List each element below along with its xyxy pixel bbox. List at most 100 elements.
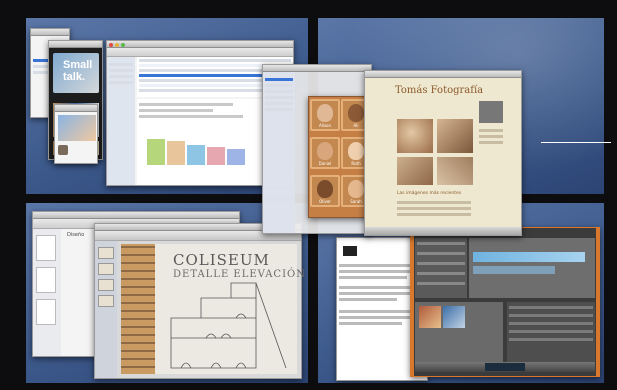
sidebar-header: Diseño — [67, 232, 85, 238]
text-line — [397, 201, 471, 204]
loop-row[interactable] — [509, 314, 593, 317]
title-bar[interactable] — [55, 105, 97, 112]
audio-region[interactable] — [473, 252, 585, 262]
contact-name: Alison — [318, 123, 332, 128]
title-bar[interactable] — [107, 41, 293, 48]
sidebar-item[interactable] — [109, 81, 133, 84]
album-art — [58, 115, 96, 141]
track-header[interactable] — [417, 242, 465, 245]
text-line — [339, 298, 397, 301]
avatar — [58, 145, 68, 155]
avatar — [317, 180, 333, 198]
photo-thumbnail[interactable] — [397, 119, 433, 153]
text-line — [479, 141, 503, 144]
zoom-icon[interactable] — [121, 42, 125, 47]
contact-name: Daniel — [318, 161, 332, 166]
track-header[interactable] — [417, 272, 465, 275]
mailbox-sidebar — [107, 57, 135, 185]
slide-thumbnail[interactable] — [98, 263, 114, 275]
text-line — [397, 207, 471, 210]
contact-card[interactable]: Alison — [310, 99, 340, 131]
timeline[interactable] — [469, 238, 595, 298]
document-logo — [343, 246, 357, 256]
title-bar[interactable] — [31, 29, 69, 36]
text-line — [397, 213, 471, 216]
chart-bar — [207, 147, 225, 165]
text-line — [479, 135, 503, 138]
page-title: Tomás Fotografía — [395, 85, 484, 96]
media-browser — [415, 302, 503, 362]
window-border-accent — [596, 228, 599, 376]
track-header[interactable] — [417, 252, 465, 255]
title-bar[interactable] — [49, 41, 102, 48]
avatar — [317, 104, 333, 122]
close-icon[interactable] — [109, 42, 113, 47]
contact-card[interactable]: Oliver — [310, 175, 340, 207]
lcd-display — [485, 363, 525, 371]
text-line — [339, 322, 402, 325]
loop-row[interactable] — [509, 330, 593, 333]
avatar — [348, 142, 364, 160]
sidebar-item[interactable] — [265, 84, 293, 87]
groups-sidebar — [263, 72, 295, 233]
text-line — [479, 129, 503, 132]
title-bar[interactable] — [365, 71, 521, 78]
sidebar-item[interactable] — [109, 69, 133, 72]
photo-thumbnail[interactable] — [397, 157, 433, 185]
coliseum-photo — [121, 244, 155, 374]
section-heading: Las imágenes más recientes — [397, 191, 462, 196]
page-thumbnail[interactable] — [36, 267, 56, 293]
track-header[interactable] — [417, 282, 465, 285]
chart-bar — [187, 145, 205, 165]
audio-region[interactable] — [473, 266, 555, 274]
table-row[interactable] — [139, 59, 291, 62]
slide-navigator — [95, 241, 117, 378]
sidebar-item[interactable] — [265, 96, 293, 99]
loop-row[interactable] — [509, 306, 593, 309]
slide-thumbnail[interactable] — [98, 279, 114, 291]
thumbnail-sidebar — [33, 229, 61, 356]
slide-title: COLISEUM — [173, 251, 270, 269]
garageband-window[interactable] — [410, 227, 600, 377]
keynote-window[interactable] — [94, 223, 302, 379]
slide-thumbnail[interactable] — [98, 295, 114, 307]
bottom-toolbar — [365, 227, 521, 235]
toolbar — [107, 48, 293, 57]
loop-row[interactable] — [509, 338, 593, 341]
slide-subtitle: DETALLE ELEVACIÓN — [173, 269, 306, 280]
sidebar-item[interactable] — [109, 75, 133, 78]
track-list — [415, 238, 467, 298]
photo-thumbnail[interactable] — [437, 157, 473, 185]
page-thumbnail[interactable] — [36, 299, 56, 325]
text-line — [339, 276, 407, 279]
text-line — [139, 115, 243, 118]
elevation-drawing — [170, 282, 287, 369]
contacts-grid[interactable]: Alison Ali Daniel Ruth Oliver Sarah — [308, 96, 372, 218]
sidebar-item[interactable] — [265, 90, 293, 93]
text-line — [139, 103, 233, 106]
title-bar[interactable] — [33, 212, 239, 219]
sidebar-photo — [479, 101, 503, 123]
media-window[interactable] — [54, 104, 98, 164]
contact-card[interactable]: Daniel — [310, 137, 340, 169]
photo-thumbnail[interactable] — [437, 119, 473, 153]
title-bar[interactable] — [263, 65, 371, 72]
chart-bar — [167, 141, 185, 165]
sidebar-item[interactable] — [265, 108, 293, 111]
photo-thumbnail[interactable] — [419, 306, 441, 328]
chart-bar — [227, 149, 245, 165]
track-header[interactable] — [417, 262, 465, 265]
photo-thumbnail[interactable] — [443, 306, 465, 328]
contact-name: Oliver — [319, 199, 331, 204]
web-page-window[interactable]: Tomás Fotografía Las imágenes más recien… — [364, 70, 522, 236]
sidebar-item[interactable] — [265, 78, 293, 81]
minimize-icon[interactable] — [115, 42, 119, 47]
page-thumbnail[interactable] — [36, 235, 56, 261]
transport-bar — [415, 362, 595, 372]
loop-browser — [507, 302, 595, 362]
sidebar-item[interactable] — [265, 102, 293, 105]
sidebar-item[interactable] — [109, 63, 133, 66]
slide-thumbnail[interactable] — [98, 247, 114, 259]
callout-line — [541, 142, 611, 143]
loop-row[interactable] — [509, 322, 593, 325]
